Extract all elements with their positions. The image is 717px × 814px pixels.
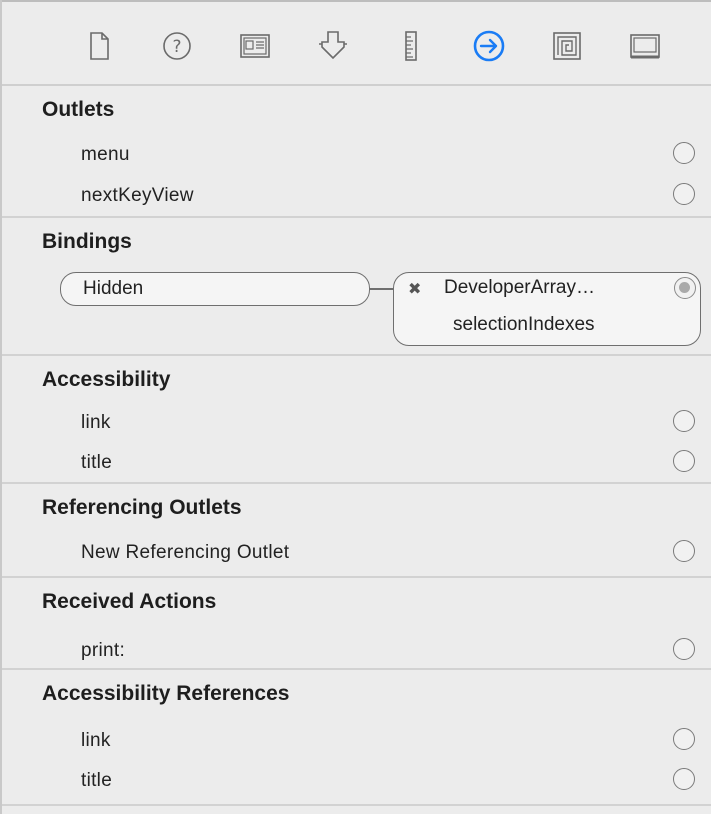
connection-well[interactable] — [673, 183, 695, 205]
file-icon[interactable] — [81, 28, 117, 64]
view-effects-icon[interactable] — [627, 28, 663, 64]
received-action-label: print: — [81, 640, 126, 661]
outlet-row-nextkeyview: nextKeyView — [2, 177, 711, 217]
section-title-accessibility: Accessibility — [42, 368, 171, 391]
section-title-received-actions: Received Actions — [42, 590, 217, 613]
binding-attribute: Hidden — [83, 278, 144, 299]
accessibility-label: link — [81, 412, 111, 433]
section-title-bindings: Bindings — [42, 230, 132, 253]
inspector-tab-bar: ? — [2, 0, 711, 86]
accessibility-reference-label: link — [81, 730, 111, 751]
received-action-row-print: print: — [2, 632, 711, 672]
connection-well[interactable] — [673, 450, 695, 472]
referencing-outlet-row-new: New Referencing Outlet — [2, 534, 711, 574]
outlets-section: Outlets menu nextKeyView — [2, 86, 711, 218]
connection-well[interactable] — [673, 768, 695, 790]
accessibility-reference-row-title: title — [2, 762, 711, 802]
accessibility-section: Accessibility link title — [2, 356, 711, 484]
referencing-outlet-label: New Referencing Outlet — [81, 542, 290, 563]
binding-attribute-pill[interactable]: Hidden — [60, 272, 370, 306]
outlet-label: menu — [81, 144, 130, 165]
connections-inspector: ? Outlets menu nextKeyView Bindings Hidd… — [0, 0, 711, 814]
received-actions-section: Received Actions print: — [2, 578, 711, 670]
binding-connector-line — [370, 288, 394, 290]
identity-icon[interactable] — [237, 28, 273, 64]
outlet-row-menu: menu — [2, 136, 711, 176]
section-title-outlets: Outlets — [42, 98, 115, 121]
accessibility-row-link: link — [2, 404, 711, 444]
connection-well[interactable] — [673, 410, 695, 432]
help-icon[interactable]: ? — [159, 28, 195, 64]
binding-controller: DeveloperArray… — [444, 277, 595, 298]
accessibility-reference-row-link: link — [2, 722, 711, 762]
section-title-accessibility-references: Accessibility References — [42, 682, 290, 705]
binding-key-path: selectionIndexes — [453, 314, 595, 335]
binding-target-box[interactable]: ✖ DeveloperArray… selectionIndexes — [393, 272, 701, 346]
accessibility-row-title: title — [2, 444, 711, 484]
svg-text:?: ? — [172, 37, 181, 57]
outlet-label: nextKeyView — [81, 185, 194, 206]
connection-well[interactable] — [673, 638, 695, 660]
attributes-icon[interactable] — [315, 28, 351, 64]
connection-well[interactable] — [673, 728, 695, 750]
connection-well[interactable] — [673, 540, 695, 562]
bindings-icon[interactable] — [549, 28, 585, 64]
size-ruler-icon[interactable] — [393, 28, 429, 64]
referencing-outlets-section: Referencing Outlets New Referencing Outl… — [2, 484, 711, 578]
remove-binding-icon[interactable]: ✖ — [408, 279, 421, 299]
connections-arrow-icon[interactable] — [471, 28, 507, 64]
section-title-referencing-outlets: Referencing Outlets — [42, 496, 242, 519]
accessibility-references-section: Accessibility References link title — [2, 670, 711, 806]
accessibility-reference-label: title — [81, 770, 113, 791]
connection-well[interactable] — [673, 142, 695, 164]
connected-well-icon[interactable] — [674, 277, 696, 299]
accessibility-label: title — [81, 452, 113, 473]
